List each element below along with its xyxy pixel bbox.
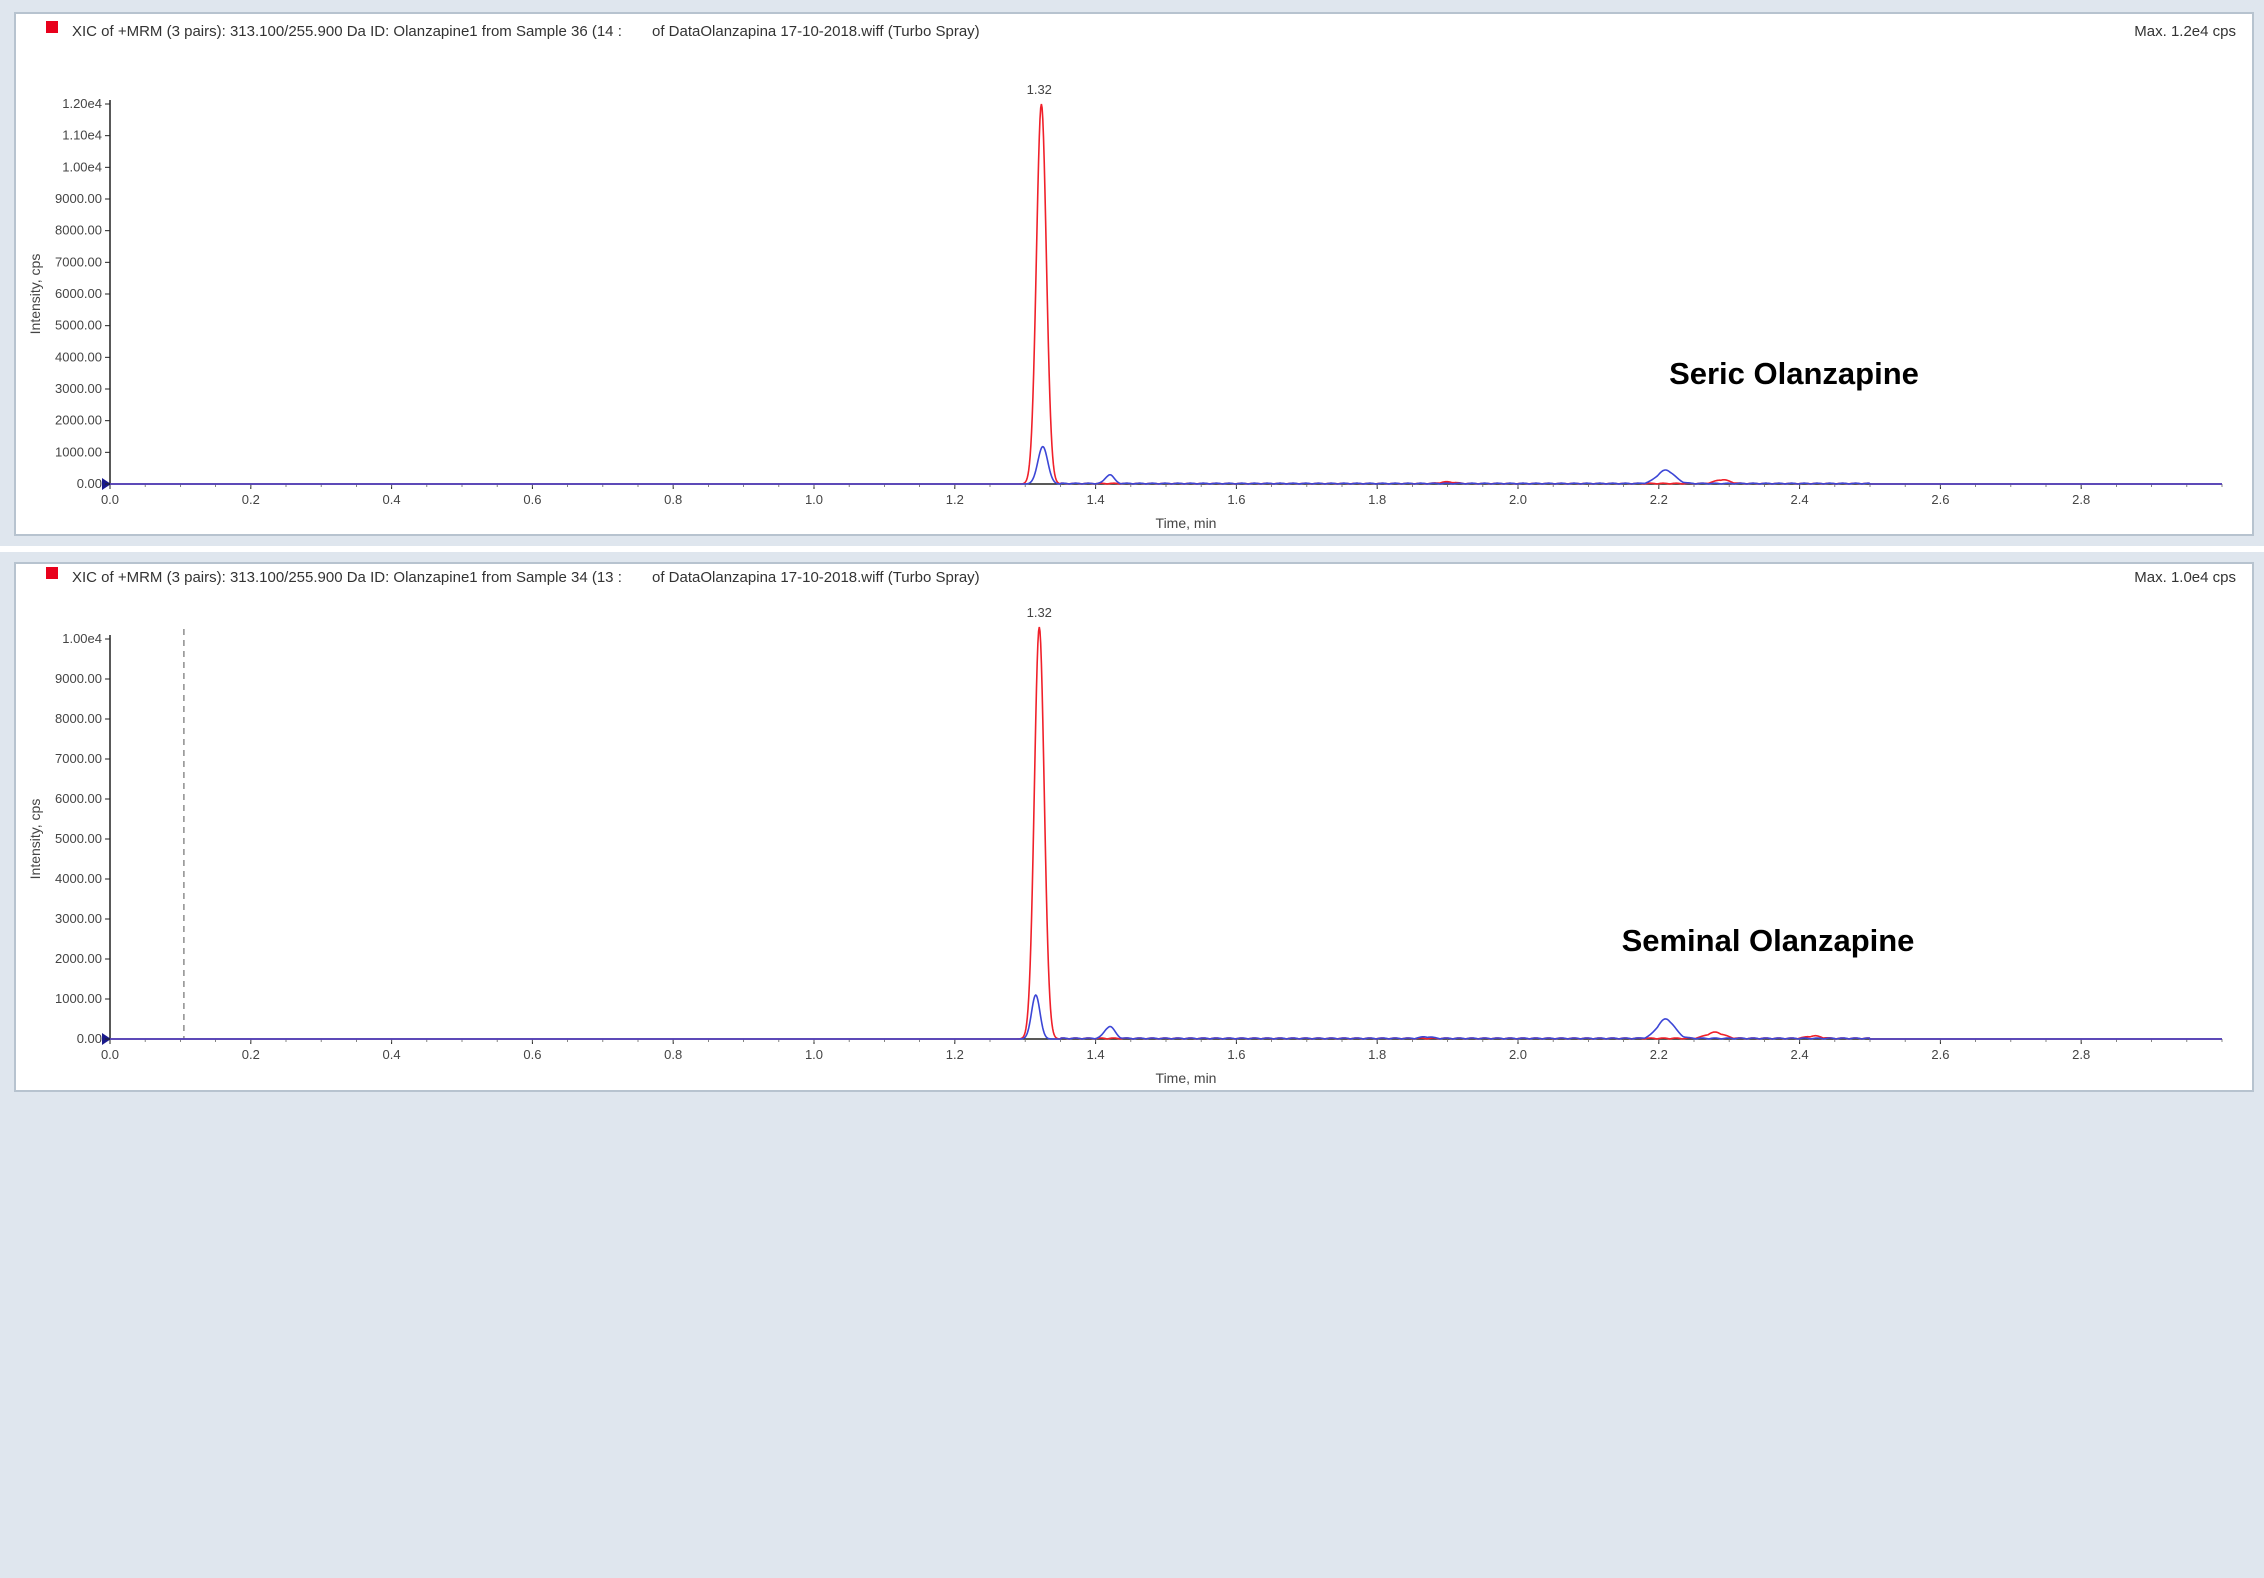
x-tick-label: 2.8 bbox=[2072, 1047, 2090, 1062]
x-tick-label: 0.6 bbox=[523, 1047, 541, 1062]
x-tick-label: 2.0 bbox=[1509, 492, 1527, 507]
x-tick-label: 0.0 bbox=[101, 492, 119, 507]
y-tick-label: 2000.00 bbox=[55, 951, 102, 966]
x-tick-label: 0.2 bbox=[242, 492, 260, 507]
x-tick-label: 0.4 bbox=[383, 1047, 401, 1062]
chromatogram-chart-seric[interactable]: XIC of +MRM (3 pairs): 313.100/255.900 D… bbox=[0, 0, 2264, 546]
x-tick-label: 1.6 bbox=[1227, 1047, 1245, 1062]
y-tick-label: 0.00 bbox=[77, 1031, 102, 1046]
x-tick-label: 0.2 bbox=[242, 1047, 260, 1062]
x-tick-label: 0.6 bbox=[523, 492, 541, 507]
y-tick-label: 1000.00 bbox=[55, 991, 102, 1006]
chart-header: XIC of +MRM (3 pairs): 313.100/255.900 D… bbox=[72, 569, 622, 586]
x-tick-label: 2.4 bbox=[1791, 1047, 1809, 1062]
sample-annotation: Seminal Olanzapine bbox=[1622, 923, 1915, 958]
y-axis-label: Intensity, cps bbox=[27, 254, 43, 335]
y-tick-label: 1.00e4 bbox=[62, 159, 102, 174]
x-tick-label: 1.2 bbox=[946, 1047, 964, 1062]
x-tick-label: 1.0 bbox=[805, 1047, 823, 1062]
y-tick-label: 0.00 bbox=[77, 476, 102, 491]
max-intensity-label: Max. 1.2e4 cps bbox=[2134, 23, 2236, 40]
series-legend-marker bbox=[46, 567, 58, 579]
y-tick-label: 8000.00 bbox=[55, 711, 102, 726]
x-tick-label: 1.4 bbox=[1087, 492, 1105, 507]
y-tick-label: 9000.00 bbox=[55, 671, 102, 686]
y-tick-label: 5000.00 bbox=[55, 831, 102, 846]
y-tick-label: 3000.00 bbox=[55, 381, 102, 396]
y-axis-label: Intensity, cps bbox=[27, 799, 43, 880]
y-tick-label: 4000.00 bbox=[55, 349, 102, 364]
y-tick-label: 3000.00 bbox=[55, 911, 102, 926]
x-tick-label: 2.6 bbox=[1931, 492, 1949, 507]
chromatogram-panel-seric: XIC of +MRM (3 pairs): 313.100/255.900 D… bbox=[0, 0, 2264, 546]
max-intensity-label: Max. 1.0e4 cps bbox=[2134, 569, 2236, 586]
y-tick-label: 6000.00 bbox=[55, 286, 102, 301]
y-tick-label: 1.20e4 bbox=[62, 96, 102, 111]
y-tick-label: 9000.00 bbox=[55, 191, 102, 206]
series-legend-marker bbox=[46, 21, 58, 33]
x-tick-label: 2.8 bbox=[2072, 492, 2090, 507]
x-tick-label: 1.4 bbox=[1087, 1047, 1105, 1062]
series-line-0 bbox=[110, 103, 2222, 485]
series-line-1 bbox=[110, 445, 2222, 485]
x-tick-label: 0.4 bbox=[383, 492, 401, 507]
y-tick-label: 5000.00 bbox=[55, 318, 102, 333]
x-tick-label: 1.0 bbox=[805, 492, 823, 507]
x-axis-label: Time, min bbox=[1156, 515, 1217, 531]
chromatogram-chart-seminal[interactable]: XIC of +MRM (3 pairs): 313.100/255.900 D… bbox=[0, 552, 2264, 1098]
x-tick-label: 0.8 bbox=[664, 1047, 682, 1062]
x-tick-label: 1.8 bbox=[1368, 1047, 1386, 1062]
y-tick-label: 1000.00 bbox=[55, 444, 102, 459]
x-tick-label: 1.8 bbox=[1368, 492, 1386, 507]
x-tick-label: 2.4 bbox=[1791, 492, 1809, 507]
y-tick-label: 2000.00 bbox=[55, 413, 102, 428]
y-tick-label: 1.00e4 bbox=[62, 631, 102, 646]
y-tick-label: 4000.00 bbox=[55, 871, 102, 886]
x-tick-label: 1.6 bbox=[1227, 492, 1245, 507]
peak-retention-label: 1.32 bbox=[1027, 82, 1052, 97]
x-tick-label: 2.0 bbox=[1509, 1047, 1527, 1062]
peak-retention-label: 1.32 bbox=[1027, 605, 1052, 620]
y-tick-label: 1.10e4 bbox=[62, 128, 102, 143]
x-axis-label: Time, min bbox=[1156, 1070, 1217, 1086]
x-tick-label: 0.0 bbox=[101, 1047, 119, 1062]
chromatogram-panel-seminal: XIC of +MRM (3 pairs): 313.100/255.900 D… bbox=[0, 552, 2264, 1578]
sample-annotation: Seric Olanzapine bbox=[1669, 356, 1919, 391]
y-tick-label: 6000.00 bbox=[55, 791, 102, 806]
x-tick-label: 2.2 bbox=[1650, 1047, 1668, 1062]
x-tick-label: 0.8 bbox=[664, 492, 682, 507]
x-tick-label: 2.6 bbox=[1931, 1047, 1949, 1062]
series-line-1 bbox=[110, 993, 2222, 1040]
series-line-0 bbox=[110, 626, 2222, 1040]
x-tick-label: 2.2 bbox=[1650, 492, 1668, 507]
y-tick-label: 7000.00 bbox=[55, 254, 102, 269]
x-tick-label: 1.2 bbox=[946, 492, 964, 507]
chart-header-file: of DataOlanzapina 17-10-2018.wiff (Turbo… bbox=[652, 23, 980, 40]
chart-header: XIC of +MRM (3 pairs): 313.100/255.900 D… bbox=[72, 23, 622, 40]
chart-header-file: of DataOlanzapina 17-10-2018.wiff (Turbo… bbox=[652, 569, 980, 586]
y-tick-label: 8000.00 bbox=[55, 223, 102, 238]
y-tick-label: 7000.00 bbox=[55, 751, 102, 766]
